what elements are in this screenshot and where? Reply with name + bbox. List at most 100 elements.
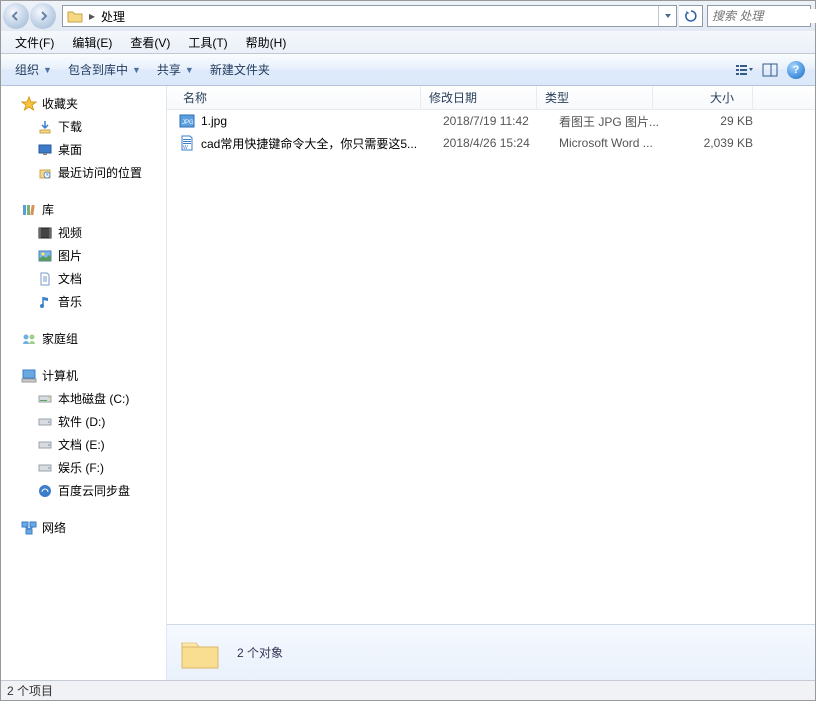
libraries-label: 库 <box>42 201 54 218</box>
navigation-sidebar: 收藏夹 下载 桌面 最近访问的位置 库 视频 <box>1 86 167 680</box>
sidebar-item-downloads[interactable]: 下载 <box>1 115 166 138</box>
menu-bar: 文件(F) 编辑(E) 查看(V) 工具(T) 帮助(H) <box>1 31 815 54</box>
search-box[interactable] <box>707 5 811 27</box>
include-in-library-button[interactable]: 包含到库中 ▼ <box>60 57 149 82</box>
baidu-icon <box>37 483 53 499</box>
path-separator-icon: ▸ <box>87 9 97 23</box>
sidebar-item-desktop[interactable]: 桌面 <box>1 138 166 161</box>
sidebar-item-label: 本地磁盘 (C:) <box>58 390 129 407</box>
search-input[interactable] <box>708 9 816 23</box>
collapse-icon <box>7 333 19 345</box>
share-label: 共享 <box>157 61 181 78</box>
sidebar-item-label: 文档 (E:) <box>58 436 105 453</box>
menu-tools[interactable]: 工具(T) <box>180 31 235 54</box>
file-date: 2018/4/26 15:24 <box>443 136 559 150</box>
sidebar-item-documents[interactable]: 文档 <box>1 267 166 290</box>
sidebar-item-videos[interactable]: 视频 <box>1 221 166 244</box>
include-label: 包含到库中 <box>68 61 128 78</box>
sidebar-item-pictures[interactable]: 图片 <box>1 244 166 267</box>
file-name: cad常用快捷键命令大全，你只需要这5... <box>201 135 443 152</box>
computer-icon <box>21 368 37 384</box>
main-area: 收藏夹 下载 桌面 最近访问的位置 库 视频 <box>1 86 815 680</box>
sidebar-computer[interactable]: 计算机 <box>1 364 166 387</box>
sidebar-item-music[interactable]: 音乐 <box>1 290 166 313</box>
menu-edit[interactable]: 编辑(E) <box>64 31 120 54</box>
file-type-icon: JPG <box>179 113 195 129</box>
sidebar-item-label: 文档 <box>58 270 82 287</box>
nav-buttons <box>3 3 56 29</box>
menu-help[interactable]: 帮助(H) <box>238 31 295 54</box>
homegroup-icon <box>21 331 37 347</box>
share-button[interactable]: 共享 ▼ <box>149 57 202 82</box>
sidebar-item-label: 最近访问的位置 <box>58 164 142 181</box>
sidebar-item-baidu-sync[interactable]: 百度云同步盘 <box>1 479 166 502</box>
details-pane: 2 个对象 <box>167 624 815 680</box>
view-options-button[interactable] <box>731 58 757 82</box>
path-dropdown-button[interactable] <box>658 6 676 26</box>
column-header-name[interactable]: 名称 <box>167 86 421 109</box>
toolbar: 组织 ▼ 包含到库中 ▼ 共享 ▼ 新建文件夹 ? <box>1 54 815 86</box>
new-folder-button[interactable]: 新建文件夹 <box>202 57 278 82</box>
sidebar-item-label: 音乐 <box>58 293 82 310</box>
status-bar: 2 个项目 <box>1 680 815 700</box>
sidebar-item-label: 下载 <box>58 118 82 135</box>
path-segment[interactable]: 处理 <box>97 6 129 26</box>
back-button[interactable] <box>3 3 29 29</box>
document-icon <box>37 271 53 287</box>
sidebar-item-drive-f[interactable]: 娱乐 (F:) <box>1 456 166 479</box>
sidebar-item-drive-c[interactable]: 本地磁盘 (C:) <box>1 387 166 410</box>
file-row[interactable]: JPG1.jpg2018/7/19 11:42看图王 JPG 图片...29 K… <box>167 110 815 132</box>
content-area: 名称 修改日期 类型 大小 JPG1.jpg2018/7/19 11:42看图王… <box>167 86 815 680</box>
computer-label: 计算机 <box>42 367 78 384</box>
forward-button[interactable] <box>30 3 56 29</box>
status-text: 2 个项目 <box>7 682 53 699</box>
help-button[interactable]: ? <box>783 58 809 82</box>
file-size: 29 KB <box>675 114 765 128</box>
column-header-type[interactable]: 类型 <box>537 86 653 109</box>
organize-label: 组织 <box>15 61 39 78</box>
sidebar-favorites[interactable]: 收藏夹 <box>1 92 166 115</box>
folder-icon <box>63 6 87 26</box>
star-icon <box>21 96 37 112</box>
music-icon <box>37 294 53 310</box>
collapse-icon <box>7 522 19 534</box>
favorites-label: 收藏夹 <box>42 95 78 112</box>
sidebar-network[interactable]: 网络 <box>1 516 166 539</box>
path-box[interactable]: ▸ 处理 <box>62 5 677 27</box>
drive-icon <box>37 437 53 453</box>
collapse-icon <box>7 370 19 382</box>
drive-icon <box>37 391 53 407</box>
sidebar-item-label: 桌面 <box>58 141 82 158</box>
drive-icon <box>37 460 53 476</box>
download-icon <box>37 119 53 135</box>
large-folder-icon <box>179 635 221 671</box>
homegroup-label: 家庭组 <box>42 330 78 347</box>
file-row[interactable]: Wcad常用快捷键命令大全，你只需要这5...2018/4/26 15:24Mi… <box>167 132 815 154</box>
refresh-button[interactable] <box>679 5 703 27</box>
column-header-size[interactable]: 大小 <box>653 86 753 109</box>
sidebar-item-recent[interactable]: 最近访问的位置 <box>1 161 166 184</box>
preview-pane-button[interactable] <box>757 58 783 82</box>
sidebar-item-label: 图片 <box>58 247 82 264</box>
sidebar-libraries[interactable]: 库 <box>1 198 166 221</box>
sidebar-item-drive-e[interactable]: 文档 (E:) <box>1 433 166 456</box>
svg-text:W: W <box>183 145 188 151</box>
library-icon <box>21 202 37 218</box>
organize-button[interactable]: 组织 ▼ <box>7 57 60 82</box>
sidebar-item-label: 软件 (D:) <box>58 413 105 430</box>
menu-view[interactable]: 查看(V) <box>122 31 178 54</box>
video-icon <box>37 225 53 241</box>
menu-file[interactable]: 文件(F) <box>7 31 62 54</box>
sidebar-item-drive-d[interactable]: 软件 (D:) <box>1 410 166 433</box>
sidebar-item-label: 百度云同步盘 <box>58 482 130 499</box>
column-header-date[interactable]: 修改日期 <box>421 86 537 109</box>
network-label: 网络 <box>42 519 66 536</box>
sidebar-homegroup[interactable]: 家庭组 <box>1 327 166 350</box>
file-type: Microsoft Word ... <box>559 136 675 150</box>
file-type: 看图王 JPG 图片... <box>559 113 675 130</box>
file-list[interactable]: JPG1.jpg2018/7/19 11:42看图王 JPG 图片...29 K… <box>167 110 815 624</box>
collapse-icon <box>7 204 19 216</box>
object-count: 2 个对象 <box>237 644 283 661</box>
address-bar: ▸ 处理 <box>1 1 815 31</box>
chevron-down-icon: ▼ <box>185 65 194 75</box>
